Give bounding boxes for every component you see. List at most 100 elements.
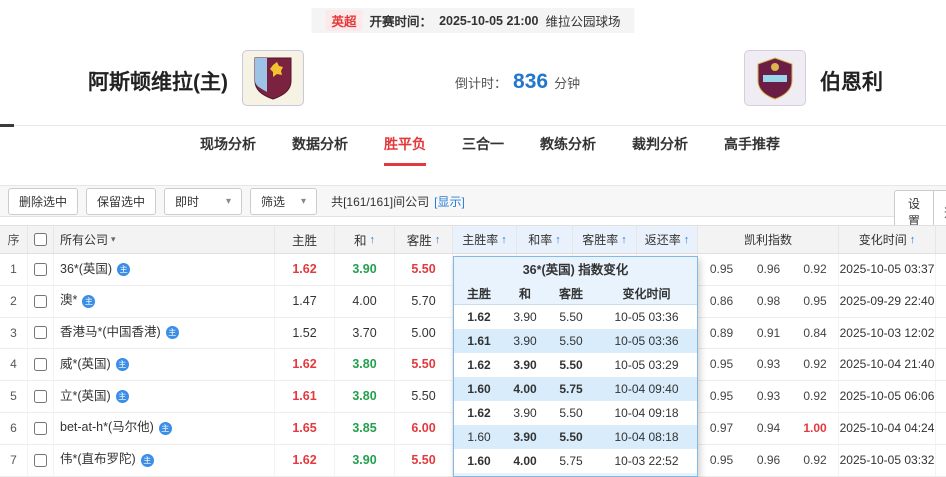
away-odds[interactable]: 6.00 [395, 413, 453, 444]
sort-asc-icon[interactable]: ↑ [621, 234, 627, 246]
away-odds[interactable]: 5.00 [395, 318, 453, 349]
sort-asc-icon[interactable]: ↑ [910, 234, 916, 246]
company-badge-icon[interactable]: 主 [159, 422, 172, 435]
popup-change-time: 10-05 03:36 [596, 305, 697, 329]
home-odds[interactable]: 1.61 [275, 381, 335, 412]
tab-coach-analysis[interactable]: 教练分析 [540, 134, 596, 166]
keep-selected-button[interactable]: 保留选中 [86, 188, 156, 215]
popup-change-time: 10-03 22:52 [596, 449, 697, 473]
company-badge-icon[interactable]: 主 [82, 295, 95, 308]
row-select-cell [28, 381, 54, 412]
draw-odds[interactable]: 3.90 [335, 254, 395, 285]
draw-odds[interactable]: 3.70 [335, 318, 395, 349]
show-link[interactable]: [显示] [434, 193, 465, 210]
tab-data-analysis[interactable]: 数据分析 [292, 134, 348, 166]
away-odds[interactable]: 5.50 [395, 254, 453, 285]
row-checkbox[interactable] [34, 390, 47, 403]
tab-live-analysis[interactable]: 现场分析 [200, 134, 256, 166]
company-badge-icon[interactable]: 主 [141, 454, 154, 467]
company-name-link[interactable]: 伟*(直布罗陀) [60, 445, 136, 476]
popup-away-odds: 5.50 [546, 425, 596, 449]
select-all-checkbox[interactable] [34, 233, 47, 246]
company-badge-icon[interactable]: 主 [116, 358, 129, 371]
popup-home-odds: 1.62 [454, 305, 504, 329]
home-odds[interactable]: 1.65 [275, 413, 335, 444]
popup-draw-odds: 4.00 [504, 449, 546, 473]
header-away-rate[interactable]: 客胜率↑ [573, 226, 637, 253]
countdown: 倒计时： 836 分钟 [455, 70, 580, 94]
delete-selected-button[interactable]: 删除选中 [8, 188, 78, 215]
away-odds[interactable]: 5.50 [395, 445, 453, 476]
draw-odds[interactable]: 3.90 [335, 445, 395, 476]
company-name-link[interactable]: 澳* [60, 286, 77, 317]
popup-change-time: 10-04 09:18 [596, 401, 697, 425]
popup-home-odds: 1.62 [454, 353, 504, 377]
away-odds[interactable]: 5.70 [395, 286, 453, 317]
company-filter-caret-icon[interactable]: ▾ [111, 234, 116, 245]
company-badge-icon[interactable]: 主 [166, 326, 179, 339]
home-odds[interactable]: 1.52 [275, 318, 335, 349]
tab-referee-analysis[interactable]: 裁判分析 [632, 134, 688, 166]
home-odds[interactable]: 1.47 [275, 286, 335, 317]
clipped-cell [936, 413, 946, 444]
change-time: 2025-09-29 22:40 [839, 286, 936, 317]
popup-away-odds: 5.50 [546, 329, 596, 353]
realtime-dropdown[interactable]: 即时 ▾ [164, 188, 242, 215]
change-time: 2025-10-05 03:32 [839, 445, 936, 476]
filter-dropdown[interactable]: 筛选 ▾ [250, 188, 317, 215]
sort-asc-icon[interactable]: ↑ [555, 234, 561, 246]
kelly-away: 0.92 [792, 445, 839, 476]
header-draw-rate[interactable]: 和率↑ [517, 226, 573, 253]
odds-page: 英超 开赛时间： 2025-10-05 21:00 维拉公园球场 阿斯顿维拉(主… [0, 0, 946, 477]
draw-odds[interactable]: 3.80 [335, 381, 395, 412]
company-name-link[interactable]: 立*(英国) [60, 381, 111, 412]
row-checkbox[interactable] [34, 263, 47, 276]
tab-expert-picks[interactable]: 高手推荐 [724, 134, 780, 166]
home-odds[interactable]: 1.62 [275, 349, 335, 380]
popup-change-time: 10-04 09:40 [596, 377, 697, 401]
draw-odds[interactable]: 3.80 [335, 349, 395, 380]
sort-asc-icon[interactable]: ↑ [684, 234, 690, 246]
popup-odds-row: 1.60 4.00 5.75 10-04 09:40 [454, 377, 697, 401]
change-time: 2025-10-03 12:02 [839, 318, 936, 349]
kelly-draw: 0.93 [745, 349, 792, 380]
company-badge-icon[interactable]: 主 [117, 263, 130, 276]
kelly-home: 0.95 [698, 254, 745, 285]
popup-away-odds: 5.50 [546, 401, 596, 425]
header-draw-odds[interactable]: 和↑ [335, 226, 395, 253]
company-name-link[interactable]: 36*(英国) [60, 254, 112, 285]
popup-draw-odds: 3.90 [504, 401, 546, 425]
draw-odds[interactable]: 4.00 [335, 286, 395, 317]
sort-asc-icon[interactable]: ↑ [501, 234, 507, 246]
row-checkbox[interactable] [34, 295, 47, 308]
away-odds[interactable]: 5.50 [395, 381, 453, 412]
league-badge[interactable]: 英超 [326, 10, 363, 31]
sort-asc-icon[interactable]: ↑ [370, 234, 376, 246]
header-change-time[interactable]: 变化时间↑ [839, 226, 936, 253]
draw-odds[interactable]: 3.85 [335, 413, 395, 444]
home-odds[interactable]: 1.62 [275, 254, 335, 285]
header-home-rate[interactable]: 主胜率↑ [453, 226, 517, 253]
company-name-link[interactable]: 威*(英国) [60, 349, 111, 380]
company-badge-icon[interactable]: 主 [116, 390, 129, 403]
burnley-crest-icon [756, 56, 794, 100]
row-checkbox[interactable] [34, 326, 47, 339]
tab-three-in-one[interactable]: 三合一 [462, 134, 504, 166]
row-checkbox[interactable] [34, 454, 47, 467]
header-away-odds[interactable]: 客胜↑ [395, 226, 453, 253]
change-time: 2025-10-05 06:06 [839, 381, 936, 412]
row-index: 1 [0, 254, 28, 285]
tab-win-draw-lose[interactable]: 胜平负 [384, 134, 426, 166]
company-name-link[interactable]: bet-at-h*(马尔他) [60, 413, 154, 444]
home-team-name: 阿斯顿维拉(主) [88, 66, 228, 96]
sort-asc-icon[interactable]: ↑ [435, 234, 441, 246]
away-odds[interactable]: 5.50 [395, 349, 453, 380]
row-checkbox[interactable] [34, 358, 47, 371]
table-header-row: 序 所有公司 ▾ 主胜 和↑ 客胜↑ 主胜率↑ 和率↑ 客胜率↑ 返还率↑ 凯利… [0, 225, 946, 254]
company-name-link[interactable]: 香港马*(中国香港) [60, 318, 161, 349]
home-odds[interactable]: 1.62 [275, 445, 335, 476]
header-return-rate[interactable]: 返还率↑ [637, 226, 698, 253]
clipped-header-cell [936, 226, 946, 253]
popup-header-draw: 和 [504, 283, 546, 304]
row-checkbox[interactable] [34, 422, 47, 435]
